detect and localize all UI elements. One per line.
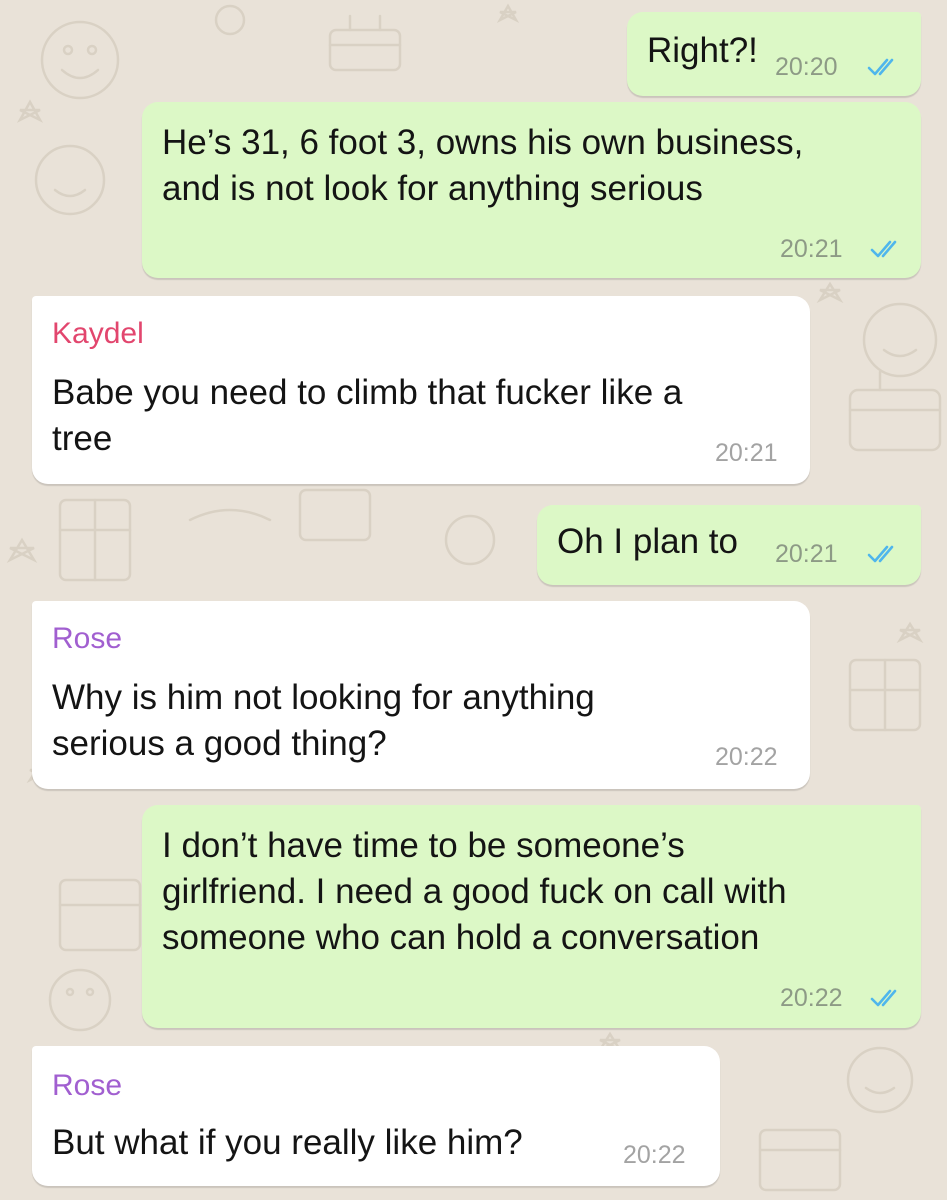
message-time: 20:22	[780, 984, 843, 1012]
message-text: Oh I plan to	[557, 522, 738, 561]
message-time: 20:22	[715, 743, 778, 771]
outgoing-message-bubble[interactable]: Right?! 20:20	[627, 12, 921, 96]
message-text-line: Why is him not looking for anything	[52, 678, 595, 717]
message-text-line: Babe you need to climb that fucker like …	[52, 373, 683, 412]
double-check-icon	[870, 240, 897, 258]
message-text-line: and is not look for anything serious	[162, 169, 703, 208]
message-text-line: girlfriend. I need a good fuck on call w…	[162, 872, 787, 911]
incoming-message-bubble[interactable]: Kaydel Babe you need to climb that fucke…	[32, 296, 810, 484]
sender-name: Kaydel	[52, 317, 144, 350]
message-text-line: tree	[52, 419, 113, 458]
message-text: Right?!	[647, 31, 758, 70]
message-time: 20:21	[775, 540, 838, 568]
message-time: 20:21	[780, 235, 843, 263]
outgoing-message-bubble[interactable]: Oh I plan to 20:21	[537, 505, 921, 585]
message-text-line: someone who can hold a conversation	[162, 918, 760, 957]
double-check-icon	[867, 58, 894, 76]
message-time: 20:20	[775, 53, 838, 81]
message-time: 20:22	[623, 1141, 686, 1169]
sender-name: Rose	[52, 622, 123, 655]
double-check-icon	[867, 545, 894, 563]
double-check-icon	[870, 989, 897, 1007]
message-text-line: He’s 31, 6 foot 3, owns his own business…	[162, 123, 804, 162]
outgoing-message-bubble[interactable]: He’s 31, 6 foot 3, owns his own business…	[142, 102, 921, 278]
incoming-message-bubble[interactable]: Rose But what if you really like him? 20…	[32, 1046, 720, 1186]
message-text-line: I don’t have time to be someone’s	[162, 826, 685, 865]
outgoing-message-bubble[interactable]: I don’t have time to be someone’s girlfr…	[142, 805, 921, 1028]
message-time: 20:21	[715, 439, 778, 467]
message-text: But what if you really like him?	[52, 1123, 523, 1162]
incoming-message-bubble[interactable]: Rose Why is him not looking for anything…	[32, 601, 810, 789]
message-text-line: serious a good thing?	[52, 724, 387, 763]
sender-name: Rose	[52, 1069, 123, 1102]
